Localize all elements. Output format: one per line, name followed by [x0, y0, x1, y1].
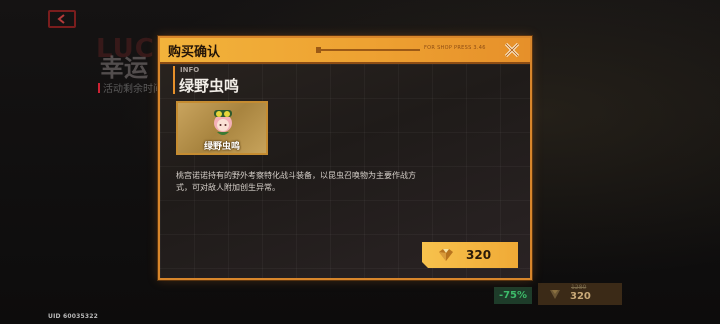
- discount-badge: -75%: [494, 287, 532, 304]
- chevron-left-icon: [57, 14, 65, 24]
- item-card[interactable]: 绿野虫鸣: [176, 101, 268, 155]
- header-decoration-line: [316, 47, 420, 53]
- purchase-button[interactable]: 320: [422, 242, 518, 268]
- purchase-confirm-dialog: 购买确认 FOR SHOP PRESS 3.46 INFO 绿野虫鸣 绿野虫鸣: [158, 36, 532, 280]
- dialog-title: 购买确认: [168, 45, 221, 60]
- uid-label: UID 60035322: [48, 313, 98, 320]
- header-tag-text: FOR SHOP PRESS 3.46: [424, 45, 486, 51]
- info-label: INFO: [180, 66, 200, 74]
- background-timer-label: 活动剩余时间: [98, 80, 163, 95]
- item-name: 绿野虫鸣: [179, 77, 240, 95]
- item-card-label: 绿野虫鸣: [203, 142, 240, 152]
- close-icon: [504, 42, 520, 58]
- close-button[interactable]: [502, 40, 522, 60]
- background-old-price: 1280: [571, 284, 587, 291]
- dialog-header: 购买确认 FOR SHOP PRESS 3.46: [160, 38, 530, 64]
- back-button[interactable]: [48, 10, 76, 28]
- purchase-price: 320: [466, 248, 492, 262]
- diamond-icon: [438, 248, 454, 262]
- item-description: 桃宫诺诺持有的野外考察特化战斗装备，以昆虫召唤物为主要作战方式，可对敌人附加创生…: [176, 171, 416, 192]
- info-accent-bar: [173, 66, 175, 94]
- background-new-price: 320: [570, 291, 591, 302]
- background-event-title: 幸运: [100, 54, 148, 82]
- diamond-icon: [550, 290, 560, 299]
- character-avatar-icon: [214, 110, 232, 135]
